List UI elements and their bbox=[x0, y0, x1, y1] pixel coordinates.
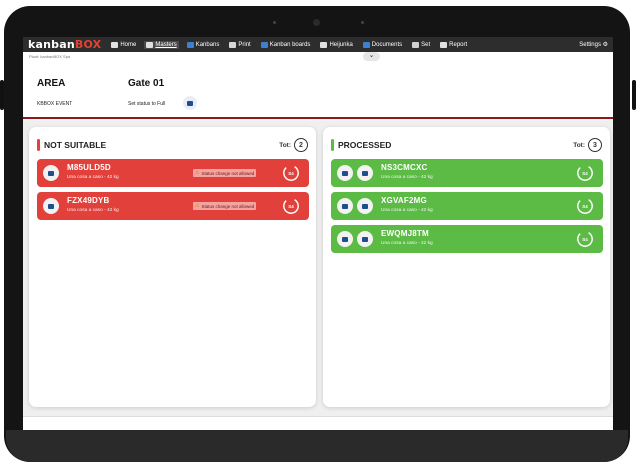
card-action-button[interactable] bbox=[357, 231, 373, 247]
panel-title: PROCESSED bbox=[338, 140, 392, 150]
card-description: Una cosa a caso - 42 kg bbox=[381, 241, 433, 246]
kanban-card-icon bbox=[342, 170, 348, 176]
total-count: 2 bbox=[294, 138, 308, 152]
nav-masters[interactable]: Masters bbox=[144, 40, 179, 49]
card-description: Una cosa a caso - 42 kg bbox=[67, 175, 119, 180]
panel-header: PROCESSED Tot: 3 bbox=[331, 137, 602, 153]
card-description: Una cosa a caso - 42 kg bbox=[67, 208, 119, 213]
bottom-strip bbox=[23, 416, 613, 430]
card-code: NS3CMCXC bbox=[381, 163, 428, 172]
report-icon bbox=[440, 41, 448, 48]
panel-total: Tot: 3 bbox=[573, 138, 602, 152]
heijunka-icon bbox=[320, 41, 328, 48]
kanban-card-icon bbox=[362, 236, 368, 242]
warning-icon: ⚠ bbox=[195, 170, 200, 176]
tablet-side-button bbox=[632, 80, 636, 110]
panel-title: NOT SUITABLE bbox=[44, 140, 107, 150]
kanban-card-icon bbox=[342, 203, 348, 209]
breadcrumb-bar: Plant: kanbanBOX Spa ⌄ bbox=[23, 52, 613, 61]
area-value: Gate 01 bbox=[128, 78, 165, 89]
card-action-button[interactable] bbox=[357, 198, 373, 214]
status-code: S4 bbox=[582, 236, 588, 242]
kanban-card[interactable]: M85ULD5D Una cosa a caso - 42 kg ⚠ Status… bbox=[37, 159, 309, 187]
card-description: Una cosa a caso - 42 kg bbox=[381, 175, 433, 180]
kanban-card-icon bbox=[362, 203, 368, 209]
card-action-button[interactable] bbox=[337, 165, 353, 181]
status-code: S4 bbox=[582, 170, 588, 176]
masters-icon bbox=[146, 41, 154, 48]
area-label: AREA bbox=[37, 78, 66, 89]
card-description: Una cosa a caso - 42 kg bbox=[381, 208, 433, 213]
kanban-icon bbox=[186, 41, 194, 48]
tablet-side-button bbox=[0, 80, 4, 110]
warning-badge: ⚠ Status change not allowed bbox=[193, 202, 257, 210]
panel-total: Tot: 2 bbox=[279, 138, 308, 152]
card-code: M85ULD5D bbox=[67, 163, 111, 172]
breadcrumb: Plant: kanbanBOX Spa bbox=[29, 54, 71, 59]
card-action-button[interactable] bbox=[337, 231, 353, 247]
area-header: AREA Gate 01 KBBOX EVENT Set status to F… bbox=[23, 61, 613, 119]
status-code: S4 bbox=[288, 170, 294, 176]
nav-documents[interactable]: Documents bbox=[361, 41, 404, 49]
kanban-card[interactable]: EWQMJ8TM Una cosa a caso - 42 kg S4 bbox=[331, 225, 603, 253]
tablet-sensor bbox=[361, 21, 364, 24]
status-panels: NOT SUITABLE Tot: 2 M85ULD5D Una cosa a c… bbox=[23, 121, 613, 430]
kanban-card[interactable]: FZX49DYB Una cosa a caso - 42 kg ⚠ Status… bbox=[37, 192, 309, 220]
tablet-bezel-bottom bbox=[6, 430, 628, 462]
status-code: S4 bbox=[288, 203, 294, 209]
kanbanbox-logo[interactable]: kanbanBOX bbox=[28, 38, 101, 51]
panel-not-suitable: NOT SUITABLE Tot: 2 M85ULD5D Una cosa a c… bbox=[29, 127, 316, 407]
status-code: S4 bbox=[582, 203, 588, 209]
status-color-bar bbox=[37, 139, 40, 151]
status-color-bar bbox=[331, 139, 334, 151]
documents-icon bbox=[362, 41, 370, 48]
warning-badge: ⚠ Status change not allowed bbox=[193, 169, 257, 177]
nav-heijunka[interactable]: Heijunka bbox=[318, 41, 354, 49]
card-code: FZX49DYB bbox=[67, 196, 110, 205]
tablet-camera bbox=[313, 19, 320, 26]
printer-icon bbox=[229, 41, 237, 48]
tablet-sensor bbox=[273, 21, 276, 24]
card-action-button[interactable] bbox=[43, 198, 59, 214]
card-action-button[interactable] bbox=[337, 198, 353, 214]
card-action-button[interactable] bbox=[43, 165, 59, 181]
nav-set[interactable]: Set bbox=[410, 41, 432, 49]
nav-kanban-boards[interactable]: Kanban boards bbox=[259, 41, 313, 49]
kanban-card-icon bbox=[342, 236, 348, 242]
card-code: XGVAF2MG bbox=[381, 196, 427, 205]
kanban-card[interactable]: XGVAF2MG Una cosa a caso - 42 kg S4 bbox=[331, 192, 603, 220]
chevron-down-icon[interactable]: ⌄ bbox=[363, 52, 380, 61]
kanban-card-icon bbox=[362, 170, 368, 176]
nav-kanbans[interactable]: Kanbans bbox=[185, 41, 222, 49]
kanban-card[interactable]: NS3CMCXC Una cosa a caso - 42 kg S4 bbox=[331, 159, 603, 187]
nav-home[interactable]: Home bbox=[109, 41, 138, 49]
event-action-button[interactable] bbox=[183, 96, 197, 110]
kanban-card-icon bbox=[187, 100, 193, 106]
card-code: EWQMJ8TM bbox=[381, 229, 429, 238]
home-icon bbox=[111, 41, 119, 48]
board-icon bbox=[260, 41, 268, 48]
warning-icon: ⚠ bbox=[195, 203, 200, 209]
event-label: KBBOX EVENT bbox=[37, 101, 73, 107]
nav-print[interactable]: Print bbox=[227, 41, 252, 49]
nav-report[interactable]: Report bbox=[438, 41, 469, 49]
kanban-card-icon bbox=[48, 170, 54, 176]
event-value: Set status to Full bbox=[128, 101, 166, 107]
app-screen: kanbanBOX Home Masters Kanbans Print Kan… bbox=[23, 37, 613, 430]
panel-processed: PROCESSED Tot: 3 NS3CMCXC Una cosa a caso… bbox=[323, 127, 610, 407]
top-nav: kanbanBOX Home Masters Kanbans Print Kan… bbox=[23, 37, 613, 52]
nav-settings[interactable]: Settings ⚙ bbox=[579, 41, 608, 48]
total-count: 3 bbox=[588, 138, 602, 152]
panel-header: NOT SUITABLE Tot: 2 bbox=[37, 137, 308, 153]
kanban-card-icon bbox=[48, 203, 54, 209]
card-action-button[interactable] bbox=[357, 165, 373, 181]
set-icon bbox=[412, 41, 420, 48]
